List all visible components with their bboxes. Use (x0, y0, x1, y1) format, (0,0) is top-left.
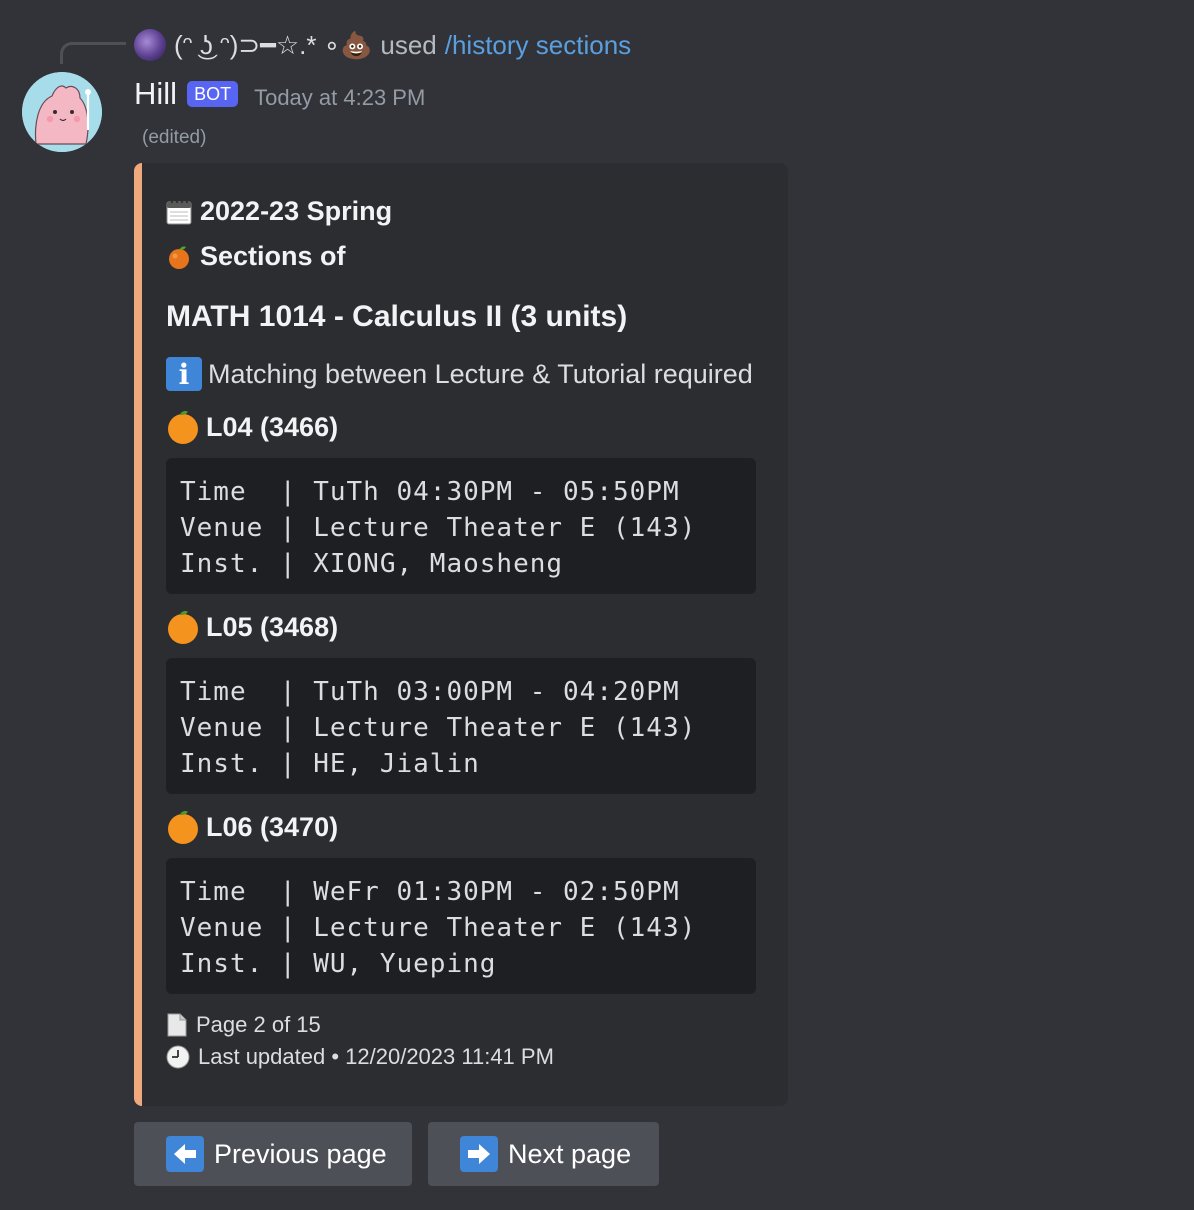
orange-fruit-icon (166, 810, 200, 844)
section-heading-text: L06 (3470) (206, 811, 339, 842)
next-page-label: Next page (508, 1138, 632, 1169)
message-header: Hill BOT Today at 4:23 PM (134, 72, 425, 116)
code-line-time: Time | WeFr 01:30PM - 02:50PM (180, 877, 680, 907)
fruit-icon (166, 244, 192, 270)
chat-message: (ᵔ ͜ʖ ᵔ)⊃━☆.* ∘💩 used /history sections … (0, 0, 1194, 1210)
reply-used-text: used (380, 29, 437, 60)
section-heading: L06 (3470) (166, 810, 338, 844)
code-line-instructor: Inst. | XIONG, Maosheng (180, 549, 564, 579)
reply-user-avatar[interactable] (134, 29, 166, 61)
section-heading: L04 (3466) (166, 410, 338, 444)
orange-fruit-icon (166, 410, 200, 444)
info-line: i Matching between Lecture & Tutorial re… (166, 357, 753, 391)
section-details-code: Time | WeFr 01:30PM - 02:50PM Venue | Lec… (166, 858, 756, 994)
edited-label: (edited) (142, 127, 207, 148)
previous-page-label: Previous page (214, 1138, 387, 1169)
next-page-button[interactable]: Next page (428, 1122, 659, 1186)
section-heading-text: L04 (3466) (206, 411, 339, 442)
page-icon (166, 1013, 188, 1037)
previous-page-button[interactable]: Previous page (134, 1122, 412, 1186)
left-arrow-icon (166, 1136, 204, 1172)
reply-command[interactable]: /history sections (445, 30, 631, 61)
semester-text: 2022-23 Spring (200, 196, 393, 226)
orange-fruit-icon (166, 610, 200, 644)
sections-of-line: Sections of (166, 241, 346, 272)
semester-line: 2022-23 Spring (166, 196, 392, 227)
section-heading-text: L05 (3468) (206, 611, 339, 642)
sections-of-text: Sections of (200, 241, 346, 271)
right-arrow-icon (460, 1136, 498, 1172)
code-line-instructor: Inst. | WU, Yueping (180, 949, 497, 979)
reply-spine (60, 42, 126, 64)
clock-icon (166, 1045, 190, 1069)
section-heading: L05 (3468) (166, 610, 338, 644)
author-avatar[interactable] (22, 72, 102, 152)
code-line-venue: Venue | Lecture Theater E (143) (180, 713, 697, 743)
page-text: Page 2 of 15 (196, 1012, 321, 1037)
last-updated: Last updated • 12/20/2023 11:41 PM (166, 1044, 554, 1070)
info-text: Matching between Lecture & Tutorial requ… (208, 358, 753, 389)
course-title: MATH 1014 - Calculus II (3 units) (166, 300, 628, 333)
author-name[interactable]: Hill (134, 76, 177, 112)
section-details-code: Time | TuTh 03:00PM - 04:20PM Venue | Lec… (166, 658, 756, 794)
page-indicator: Page 2 of 15 (166, 1012, 321, 1038)
info-icon: i (166, 357, 202, 391)
reply-user-name[interactable]: (ᵔ ͜ʖ ᵔ)⊃━☆.* ∘💩 (174, 30, 372, 61)
message-timestamp[interactable]: Today at 4:23 PM (254, 85, 425, 111)
bot-tag: BOT (187, 81, 239, 107)
last-updated-text: Last updated • 12/20/2023 11:41 PM (198, 1044, 554, 1069)
section-details-code: Time | TuTh 04:30PM - 05:50PM Venue | Lec… (166, 458, 756, 594)
code-line-time: Time | TuTh 04:30PM - 05:50PM (180, 477, 680, 507)
code-line-instructor: Inst. | HE, Jialin (180, 749, 480, 779)
code-line-venue: Venue | Lecture Theater E (143) (180, 513, 697, 543)
code-line-venue: Venue | Lecture Theater E (143) (180, 913, 697, 943)
code-line-time: Time | TuTh 03:00PM - 04:20PM (180, 677, 680, 707)
reply-reference[interactable]: (ᵔ ͜ʖ ᵔ)⊃━☆.* ∘💩 used /history sections (134, 26, 631, 64)
calendar-icon (166, 199, 192, 225)
